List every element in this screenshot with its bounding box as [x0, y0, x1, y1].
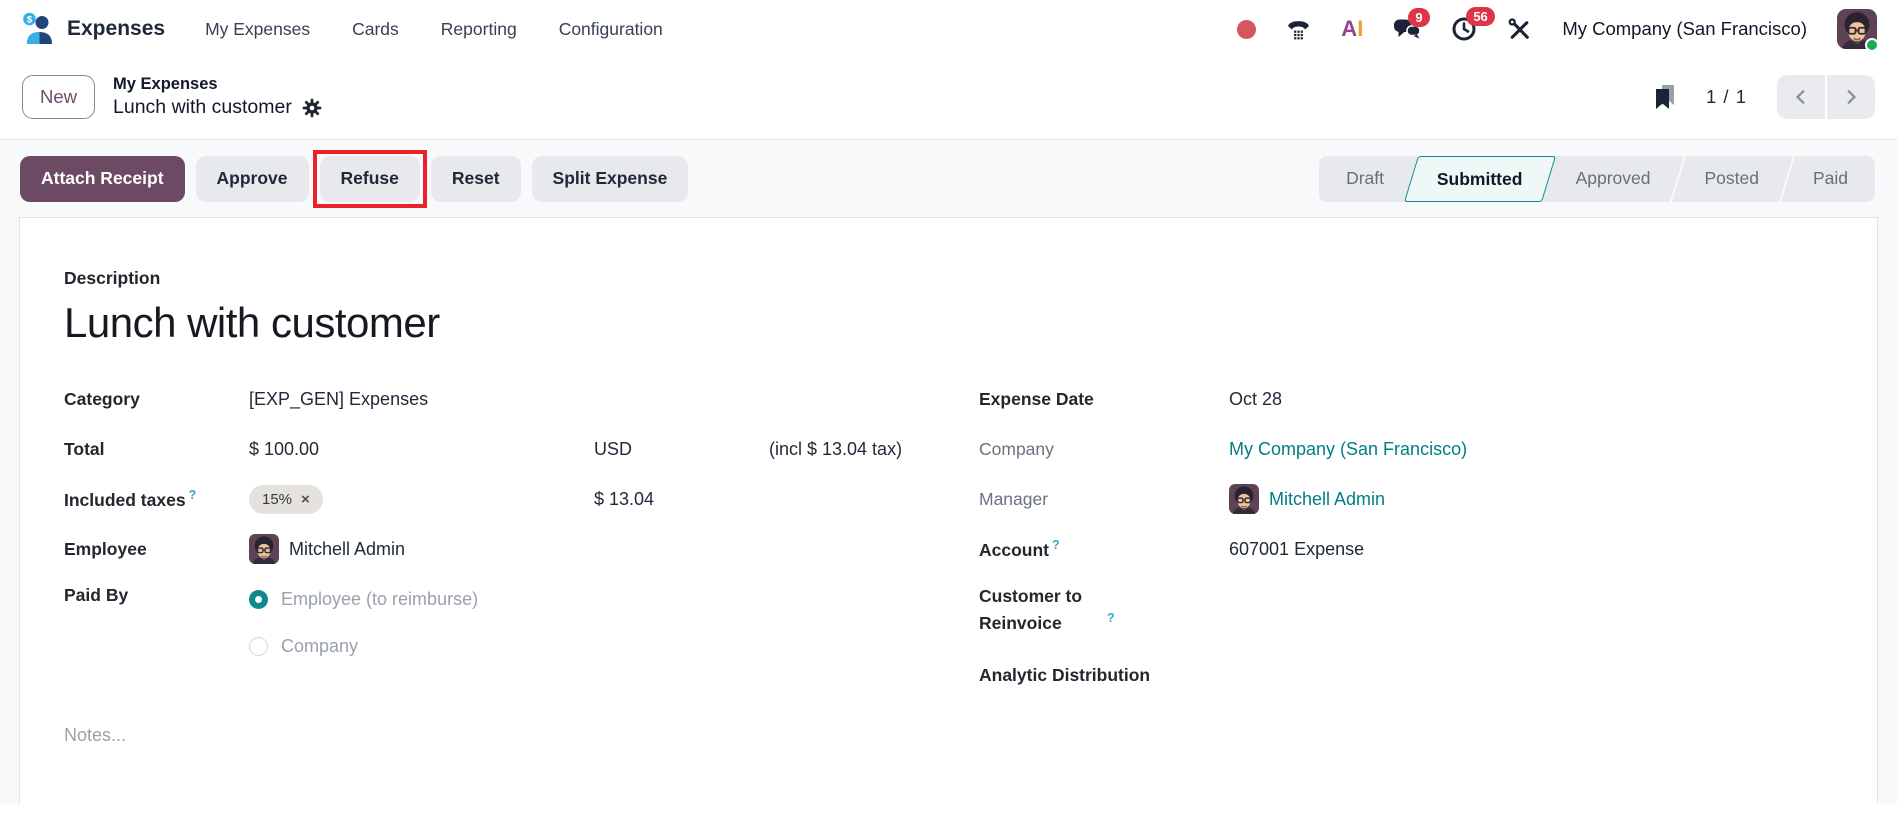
tax-tag[interactable]: 15% × [249, 485, 323, 514]
online-status-dot [1865, 38, 1879, 52]
menu-cards[interactable]: Cards [352, 19, 399, 40]
company-value-link[interactable]: My Company (San Francisco) [1229, 439, 1467, 460]
customer-reinvoice-row: Customer to Reinvoice? [979, 583, 1833, 637]
help-icon[interactable]: ? [189, 488, 197, 502]
currency-value[interactable]: USD [594, 439, 769, 460]
help-icon[interactable]: ? [1107, 611, 1115, 625]
expense-date-value[interactable]: Oct 28 [1229, 389, 1282, 410]
split-expense-button[interactable]: Split Expense [532, 156, 689, 202]
description-label: Description [64, 268, 1833, 289]
manager-avatar [1229, 484, 1259, 514]
tools-icon[interactable] [1507, 17, 1532, 42]
company-row: Company My Company (San Francisco) [979, 433, 1833, 466]
action-bar: Attach Receipt Approve Refuse Reset Spli… [0, 139, 1897, 217]
pager-previous-button[interactable] [1777, 75, 1825, 119]
form-sheet: Description Lunch with customer Category… [19, 217, 1878, 804]
main-menu: My Expenses Cards Reporting Configuratio… [205, 19, 663, 40]
analytic-distribution-label: Analytic Distribution [979, 665, 1229, 686]
expenses-app-icon: $ [20, 11, 56, 47]
employee-row: Employee Mitchell Admin [64, 533, 969, 566]
expense-date-row: Expense Date Oct 28 [979, 383, 1833, 416]
company-label: Company [979, 439, 1229, 460]
total-label: Total [64, 439, 249, 460]
new-button[interactable]: New [22, 75, 95, 119]
paid-by-row: Paid By Employee (to reimburse) Company [64, 583, 969, 663]
paid-by-option-company[interactable]: Company [249, 630, 478, 663]
messages-badge: 9 [1408, 8, 1429, 27]
company-switcher[interactable]: My Company (San Francisco) [1562, 18, 1807, 40]
remove-tax-icon[interactable]: × [301, 491, 310, 508]
ai-icon[interactable]: AI [1341, 16, 1363, 42]
total-value[interactable]: $ 100.00 [249, 439, 594, 460]
radio-selected-icon[interactable] [249, 590, 268, 609]
stage-paid[interactable]: Paid [1786, 156, 1875, 202]
status-bar: Draft Submitted Approved Posted Paid [1319, 156, 1875, 202]
expense-title[interactable]: Lunch with customer [64, 299, 1833, 347]
pager-count: 1 / 1 [1706, 86, 1747, 108]
customer-reinvoice-label: Customer to Reinvoice? [979, 583, 1229, 637]
manager-value[interactable]: Mitchell Admin [1229, 484, 1385, 514]
control-panel: New My Expenses Lunch with customer [0, 58, 1897, 139]
radio-unselected-icon[interactable] [249, 637, 268, 656]
activities-clock-icon[interactable]: 56 [1451, 16, 1477, 42]
menu-my-expenses[interactable]: My Expenses [205, 19, 310, 40]
employee-value[interactable]: Mitchell Admin [249, 534, 405, 564]
bookmark-icon[interactable] [1654, 84, 1676, 110]
stage-approved[interactable]: Approved [1549, 156, 1678, 202]
voip-phone-icon[interactable] [1286, 17, 1311, 41]
breadcrumb-parent[interactable]: My Expenses [113, 74, 322, 95]
menu-reporting[interactable]: Reporting [441, 19, 517, 40]
total-row: Total $ 100.00 USD (incl $ 13.04 tax) [64, 433, 969, 466]
account-row: Account? 607001 Expense [979, 533, 1833, 566]
approve-button[interactable]: Approve [196, 156, 309, 202]
tax-included-note: (incl $ 13.04 tax) [769, 439, 902, 460]
form-right-column: Expense Date Oct 28 Company My Company (… [979, 383, 1833, 746]
category-label: Category [64, 389, 249, 410]
settings-gear-icon[interactable] [302, 98, 322, 118]
reset-button[interactable]: Reset [431, 156, 521, 202]
breadcrumb: My Expenses Lunch with customer [113, 74, 322, 121]
paid-by-label: Paid By [64, 583, 249, 606]
attach-receipt-button[interactable]: Attach Receipt [20, 156, 185, 202]
employee-label: Employee [64, 539, 249, 560]
stage-draft[interactable]: Draft [1319, 156, 1411, 202]
analytic-distribution-row: Analytic Distribution [979, 659, 1833, 692]
app-name: Expenses [67, 17, 165, 41]
messages-icon[interactable]: 9 [1393, 17, 1421, 42]
record-indicator-icon[interactable] [1237, 20, 1256, 39]
paid-by-option-employee[interactable]: Employee (to reimburse) [249, 583, 478, 616]
included-taxes-row: Included taxes? 15% × $ 13.04 [64, 483, 969, 516]
app-brand[interactable]: $ Expenses [20, 11, 165, 47]
pager-next-button[interactable] [1827, 75, 1875, 119]
stage-posted[interactable]: Posted [1677, 156, 1785, 202]
content-area: Description Lunch with customer Category… [0, 217, 1897, 804]
help-icon[interactable]: ? [1052, 538, 1060, 552]
manager-label: Manager [979, 489, 1229, 510]
category-row: Category [EXP_GEN] Expenses [64, 383, 969, 416]
form-left-column: Category [EXP_GEN] Expenses Total $ 100.… [64, 383, 969, 746]
employee-avatar [249, 534, 279, 564]
included-taxes-label: Included taxes? [64, 488, 249, 511]
account-label: Account? [979, 538, 1229, 561]
menu-configuration[interactable]: Configuration [559, 19, 663, 40]
manager-row: Manager Mitchell Admin [979, 483, 1833, 516]
user-avatar[interactable] [1837, 9, 1877, 49]
breadcrumb-current: Lunch with customer [113, 95, 292, 120]
category-value[interactable]: [EXP_GEN] Expenses [249, 389, 428, 410]
activities-badge: 56 [1466, 7, 1494, 26]
top-navbar: $ Expenses My Expenses Cards Reporting C… [0, 0, 1897, 58]
stage-submitted-current[interactable]: Submitted [1404, 156, 1556, 202]
chevron-left-icon [1793, 89, 1809, 105]
account-value[interactable]: 607001 Expense [1229, 539, 1364, 560]
expense-date-label: Expense Date [979, 389, 1229, 410]
tax-amount-value: $ 13.04 [594, 489, 654, 510]
chevron-right-icon [1843, 89, 1859, 105]
svg-text:$: $ [27, 14, 33, 25]
refuse-button[interactable]: Refuse [320, 156, 420, 202]
notes-field[interactable]: Notes... [64, 725, 969, 746]
